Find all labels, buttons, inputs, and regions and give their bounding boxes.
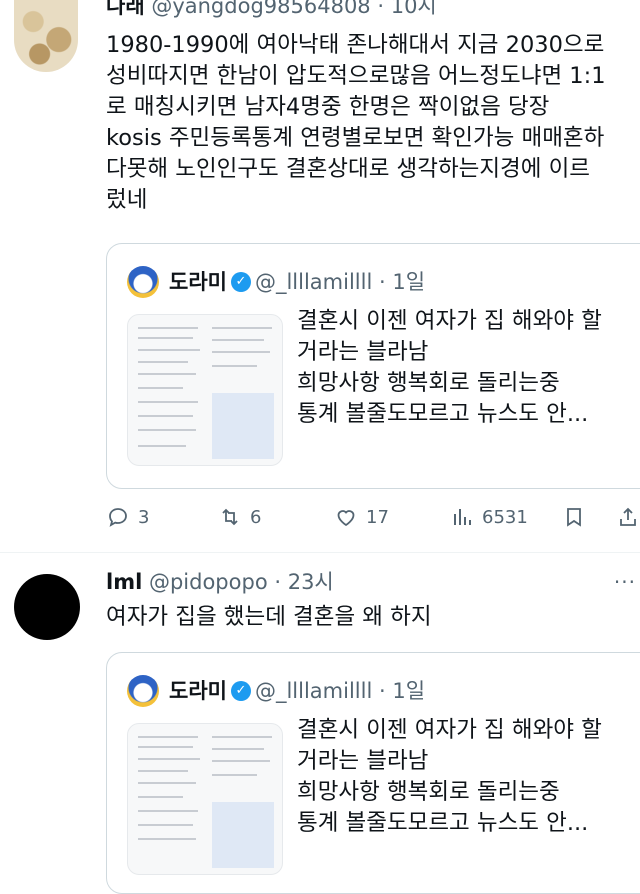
quote-text: 결혼시 이젠 여자가 집 해와야 할 거라는 블라남 희망사항 행복회로 돌리는…	[297, 306, 602, 430]
quote-line: 결혼시 이젠 여자가 집 해와야 할	[297, 308, 602, 334]
text-line: kosis 주민등록통계 연령별로보면 확인가능 매매혼하	[106, 125, 605, 151]
reply-count: 3	[138, 506, 150, 528]
timestamp[interactable]: · 10시	[377, 0, 436, 18]
text-line: 여자가 집을 했는데 결혼을 왜 하지	[106, 604, 432, 630]
quote-time: · 1일	[379, 270, 426, 294]
author-name[interactable]: 나래	[106, 0, 145, 18]
text-line: 로 매칭시키면 남자4명중 한명은 짝이없음 당장	[106, 94, 550, 120]
tweet-2[interactable]: lml @pidopopo · 23시 ··· 여자가 집을 했는데 결혼을 왜…	[0, 556, 640, 894]
tweet-header: 나래 @yangdog98564808 · 10시	[106, 0, 437, 18]
author-name[interactable]: lml	[106, 570, 142, 594]
quote-line: 거라는 블라남	[297, 748, 429, 774]
like-count: 17	[366, 506, 389, 528]
author-handle[interactable]: @pidopopo	[149, 570, 268, 594]
like-button[interactable]: 17	[334, 502, 389, 532]
quote-author-name: 도라미	[169, 679, 227, 703]
quote-time: · 1일	[379, 679, 426, 703]
views-count: 6531	[482, 506, 528, 528]
quote-text: 결혼시 이젠 여자가 집 해와야 할 거라는 블라남 희망사항 행복회로 돌리는…	[297, 715, 602, 839]
quote-line: 거라는 블라남	[297, 339, 429, 365]
quote-avatar	[127, 675, 159, 707]
share-icon	[620, 507, 636, 526]
bookmark-icon	[567, 508, 581, 527]
share-button[interactable]	[616, 502, 640, 532]
text-line: 다못해 노인인구도 결혼상대로 생각하는지경에 이르	[106, 156, 591, 182]
retweet-count: 6	[250, 506, 262, 528]
quoted-tweet[interactable]: 도라미 ✓ @_llllamillll · 1일 결혼시 이젠 여자가 집 해와야 …	[106, 652, 640, 894]
tweet-1[interactable]: 나래 @yangdog98564808 · 10시 1980-1990에 여아낙…	[0, 0, 640, 545]
quote-line: 희망사항 행복회로 돌리는중	[297, 370, 560, 396]
text-line: 1980-1990에 여아낙태 존나해대서 지금 2030으로	[106, 32, 605, 58]
retweet-icon	[222, 508, 238, 526]
tweet-text: 1980-1990에 여아낙태 존나해대서 지금 2030으로 성비따지면 한남…	[106, 30, 640, 216]
quote-line: 결혼시 이젠 여자가 집 해와야 할	[297, 717, 602, 743]
avatar[interactable]	[14, 0, 78, 72]
text-line: 성비따지면 한남이 압도적으로많음 어느정도냐면 1:1	[106, 63, 606, 89]
divider	[0, 552, 640, 553]
retweet-button[interactable]: 6	[218, 502, 261, 532]
quoted-tweet[interactable]: 도라미 ✓ @_llllamillll · 1일 결혼시 이젠 여자가 집 해와야 …	[106, 243, 640, 489]
quote-line: 통계 볼줄도모르고 뉴스도 안...	[297, 810, 589, 836]
tweet-text: 여자가 집을 했는데 결혼을 왜 하지	[106, 602, 640, 633]
quote-image[interactable]	[127, 723, 283, 875]
reply-button[interactable]: 3	[106, 502, 149, 532]
text-line: 렀네	[106, 187, 148, 213]
quote-handle: @_llllamillll	[254, 270, 373, 294]
avatar[interactable]	[14, 574, 80, 640]
verified-badge-icon: ✓	[230, 272, 251, 292]
quote-line: 희망사항 행복회로 돌리는중	[297, 779, 560, 805]
views-button[interactable]: 6531	[450, 502, 528, 532]
reply-icon	[109, 508, 127, 527]
quote-image[interactable]	[127, 314, 283, 466]
timestamp[interactable]: · 23시	[274, 570, 333, 594]
verified-badge-icon: ✓	[230, 681, 251, 701]
author-handle[interactable]: @yangdog98564808	[151, 0, 370, 18]
action-bar: 3 6 17 6531	[106, 502, 640, 532]
views-icon	[454, 509, 471, 525]
more-options-icon[interactable]: ···	[614, 570, 636, 594]
heart-icon	[337, 510, 355, 527]
quote-avatar	[127, 266, 159, 298]
quote-header: 도라미 ✓ @_llllamillll · 1일	[127, 675, 425, 707]
bookmark-button[interactable]	[562, 502, 594, 532]
quote-line: 통계 볼줄도모르고 뉴스도 안...	[297, 401, 589, 427]
quote-header: 도라미 ✓ @_llllamillll · 1일	[127, 266, 425, 298]
quote-author-name: 도라미	[169, 270, 227, 294]
quote-handle: @_llllamillll	[254, 679, 373, 703]
tweet-header: lml @pidopopo · 23시	[106, 570, 334, 594]
